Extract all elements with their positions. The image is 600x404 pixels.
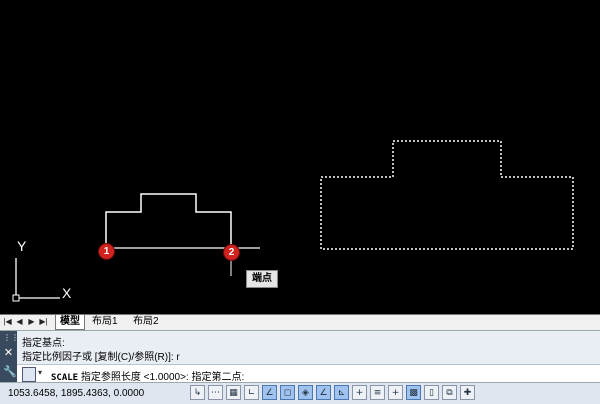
command-prompt: SCALE 指定参照长度 <1.0000>: 指定第二点: [51, 368, 244, 383]
selection-cycling-icon[interactable]: ▯ [424, 385, 439, 400]
annotation-monitor-icon[interactable]: ⧉ [442, 385, 457, 400]
polar-tracking-icon[interactable]: ∠ [262, 385, 277, 400]
snap-mode-icon[interactable]: ⋯ [208, 385, 223, 400]
drawing-svg [12, 140, 574, 302]
layout-tab-bar: |◀ ◀ ▶ ▶| 模型 布局1 布局2 [0, 314, 600, 330]
object-snap-icon[interactable]: ◻ [280, 385, 295, 400]
first-tab-icon[interactable]: |◀ [3, 317, 12, 327]
workspace-icon[interactable]: ✚ [460, 385, 475, 400]
ucs-origin-box [12, 294, 20, 302]
drawing-canvas[interactable]: Y X 1 2 端点 [0, 0, 600, 314]
ortho-mode-icon[interactable]: ∟ [244, 385, 259, 400]
quick-properties-icon[interactable]: ▩ [406, 385, 421, 400]
3d-object-snap-icon[interactable]: ◈ [298, 385, 313, 400]
point-marker-2: 2 [224, 245, 239, 260]
command-icon[interactable] [22, 367, 36, 382]
command-history-line-1: 指定基点: [22, 338, 65, 349]
grip-icon[interactable]: ⋮⋮ [3, 333, 19, 342]
scaled-preview-shape [320, 140, 574, 250]
wrench-icon[interactable]: 🔧 [3, 365, 17, 378]
next-tab-icon[interactable]: ▶ [27, 317, 36, 327]
source-shape [105, 193, 232, 250]
command-history-line-2: 指定比例因子或 [复制(C)/参照(R)]: r [22, 352, 180, 363]
status-bar: 1053.6458, 1895.4363, 0.0000 ↳ ⋯ ▦ ∟ ∠ ◻… [0, 382, 600, 404]
infer-constraints-icon[interactable]: ↳ [190, 385, 205, 400]
osnap-tooltip: 端点 [246, 270, 278, 288]
command-window-grip[interactable]: ⋮⋮ ✕ 🔧 [0, 331, 19, 383]
last-tab-icon[interactable]: ▶| [39, 317, 48, 327]
prev-tab-icon[interactable]: ◀ [15, 317, 24, 327]
transparency-icon[interactable]: + [388, 385, 403, 400]
dynamic-input-icon[interactable]: + [352, 385, 367, 400]
object-snap-tracking-icon[interactable]: ∠ [316, 385, 331, 400]
command-input-line[interactable]: ▾ SCALE 指定参照长度 <1.0000>: 指定第二点: [17, 364, 600, 384]
dynamic-ucs-icon[interactable]: ⊾ [334, 385, 349, 400]
coordinate-readout: 1053.6458, 1895.4363, 0.0000 [8, 388, 145, 399]
chevron-down-icon[interactable]: ▾ [38, 368, 42, 377]
grid-display-icon[interactable]: ▦ [226, 385, 241, 400]
point-marker-1: 1 [99, 244, 114, 259]
close-icon[interactable]: ✕ [3, 346, 14, 359]
tab-layout1[interactable]: 布局1 [88, 315, 122, 329]
tab-layout2[interactable]: 布局2 [129, 315, 163, 329]
ucs-x-label: X [62, 285, 72, 301]
command-window: ⋮⋮ ✕ 🔧 指定基点: 指定比例因子或 [复制(C)/参照(R)]: r ▾ … [0, 330, 600, 384]
tab-model[interactable]: 模型 [55, 315, 85, 330]
ucs-y-label: Y [17, 238, 27, 254]
lineweight-icon[interactable]: ≡ [370, 385, 385, 400]
